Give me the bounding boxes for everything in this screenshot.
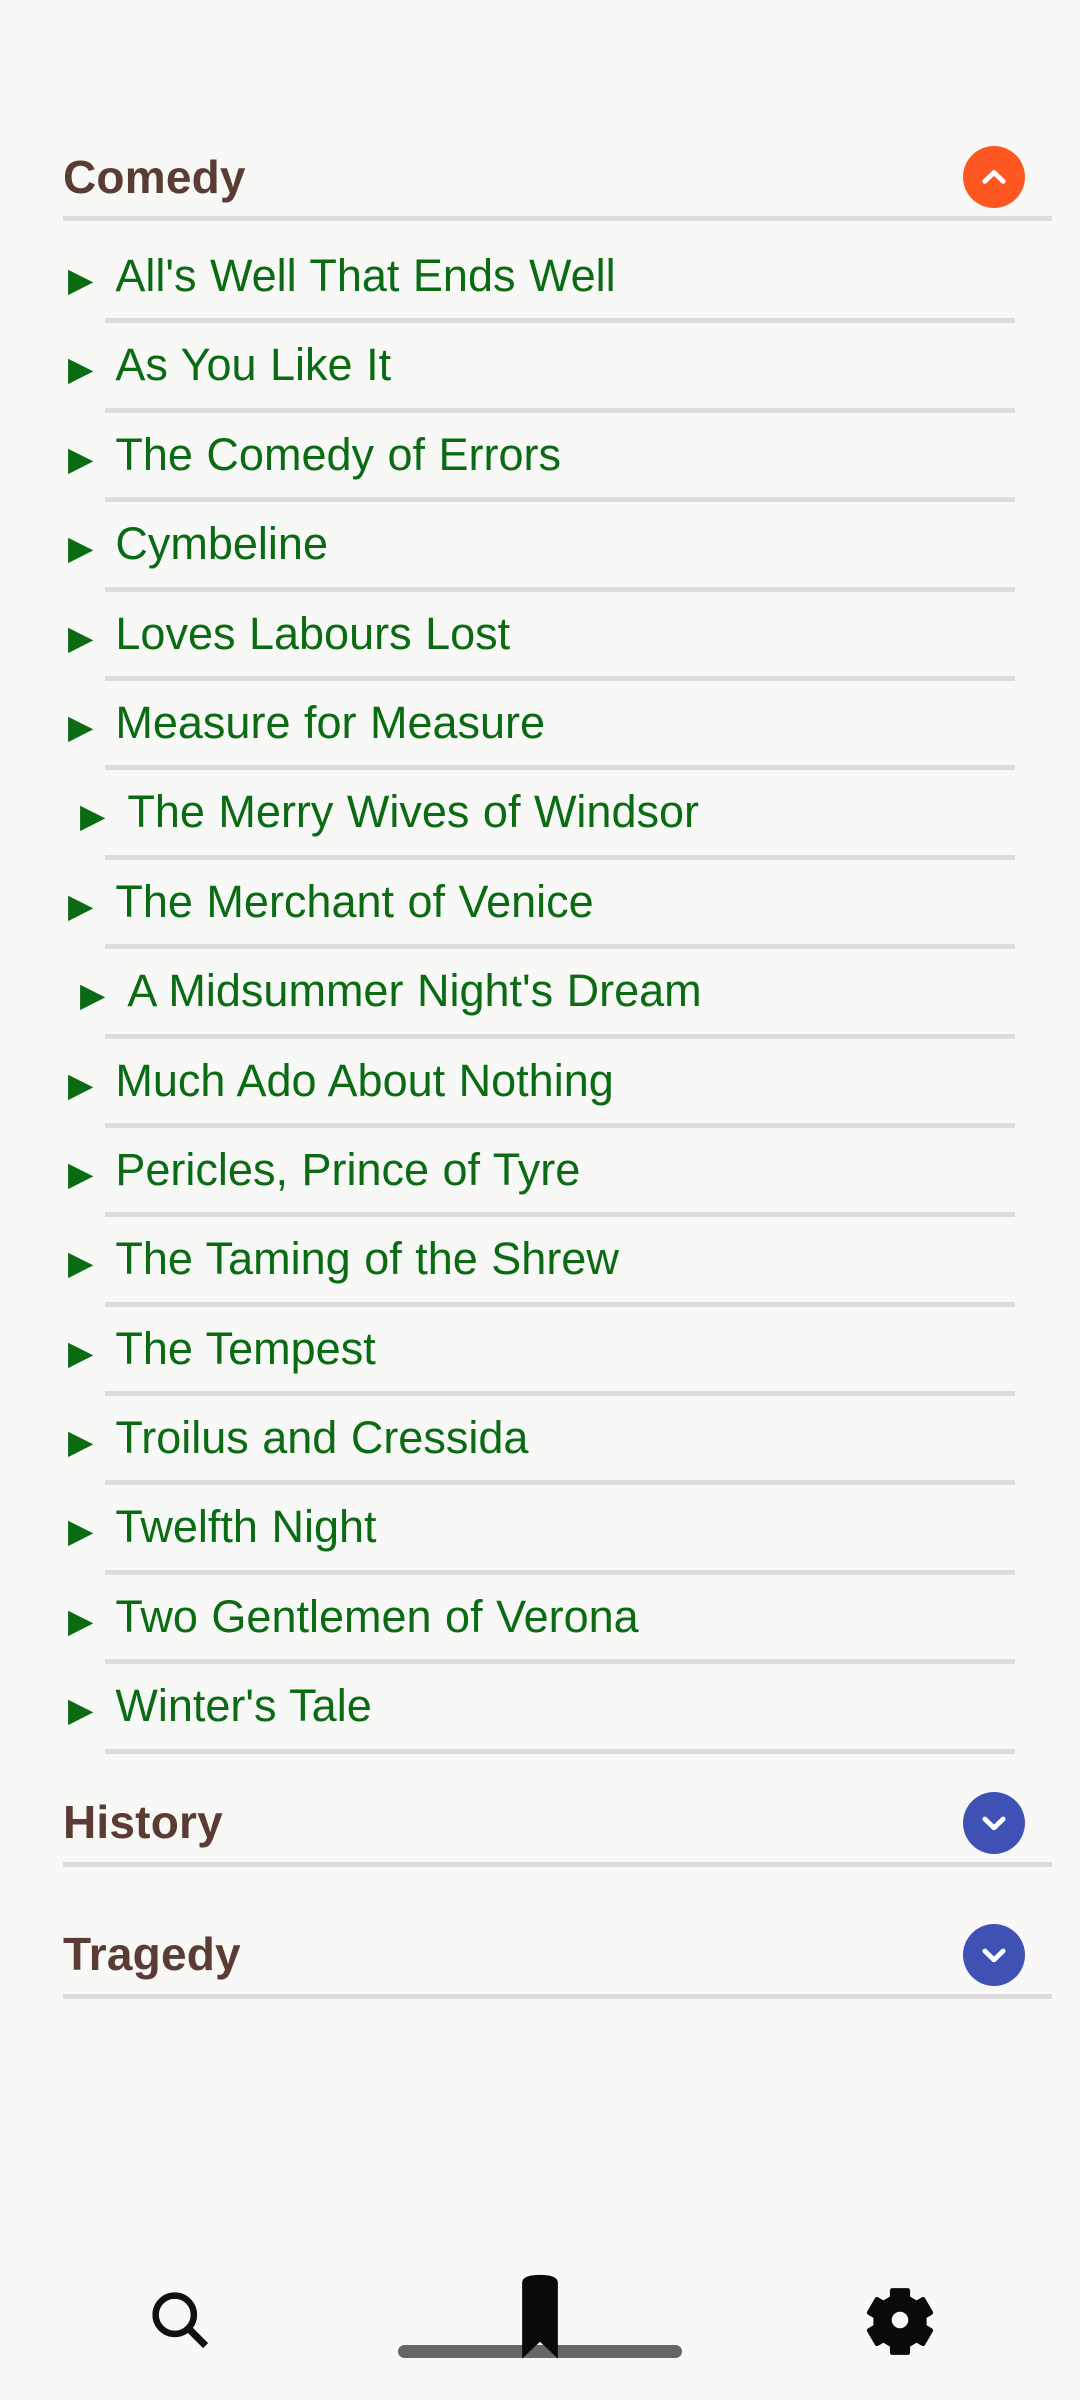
triangle-bullet-icon: ▶ xyxy=(68,1333,94,1371)
list-item[interactable]: ▶ The Merchant of Venice xyxy=(0,860,1080,950)
play-title: The Merchant of Venice xyxy=(115,875,594,927)
list-item[interactable]: ▶ The Taming of the Shrew xyxy=(0,1217,1080,1307)
section-title-comedy: Comedy xyxy=(63,150,246,203)
play-title: The Tempest xyxy=(115,1322,376,1374)
section-divider xyxy=(63,216,1052,221)
triangle-bullet-icon: ▶ xyxy=(68,1512,94,1550)
chevron-down-icon xyxy=(974,1803,1014,1843)
list-item[interactable]: ▶ Winter's Tale xyxy=(0,1664,1080,1754)
play-title: Twelfth Night xyxy=(115,1501,377,1553)
play-title: Pericles, Prince of Tyre xyxy=(115,1143,581,1195)
list-item[interactable]: ▶ The Comedy of Errors xyxy=(0,413,1080,503)
nav-settings-button[interactable] xyxy=(720,2240,1080,2400)
section-header-row: Comedy xyxy=(63,138,1080,216)
bottom-navigation-bar xyxy=(0,2240,1080,2400)
play-link[interactable]: ▶ As You Like It xyxy=(68,323,1015,407)
chevron-up-icon xyxy=(974,157,1014,197)
play-link[interactable]: ▶ Troilus and Cressida xyxy=(68,1396,1015,1480)
expand-toggle-history[interactable] xyxy=(963,1791,1025,1854)
play-link[interactable]: ▶ A Midsummer Night's Dream xyxy=(70,949,1015,1033)
collapse-toggle-comedy[interactable] xyxy=(963,146,1025,208)
section-divider xyxy=(63,1993,1052,1999)
triangle-bullet-icon: ▶ xyxy=(80,976,106,1014)
chevron-down-icon xyxy=(974,1935,1014,1975)
list-item[interactable]: ▶ All's Well That Ends Well xyxy=(0,234,1080,324)
play-link[interactable]: ▶ The Tempest xyxy=(68,1307,1015,1391)
play-link[interactable]: ▶ Pericles, Prince of Tyre xyxy=(68,1128,1015,1212)
play-title: Much Ado About Nothing xyxy=(115,1054,614,1106)
list-item[interactable]: ▶ Loves Labours Lost xyxy=(0,592,1080,681)
play-title: Two Gentlemen of Verona xyxy=(115,1590,639,1642)
play-title: Troilus and Cressida xyxy=(115,1412,529,1464)
bookmark-icon[interactable] xyxy=(508,2270,572,2364)
play-title: All's Well That Ends Well xyxy=(115,250,616,301)
section-header-tragedy[interactable]: Tragedy xyxy=(0,1916,1080,2012)
search-icon xyxy=(143,2283,217,2357)
triangle-bullet-icon: ▶ xyxy=(68,1244,94,1282)
list-item[interactable]: ▶ The Merry Wives of Windsor xyxy=(0,770,1080,860)
triangle-bullet-icon: ▶ xyxy=(68,439,94,477)
list-item[interactable]: ▶ As You Like It xyxy=(0,323,1080,413)
triangle-bullet-icon: ▶ xyxy=(68,529,94,567)
triangle-bullet-icon: ▶ xyxy=(68,350,94,388)
section-title-tragedy: Tragedy xyxy=(63,1928,241,1981)
triangle-bullet-icon: ▶ xyxy=(68,1065,94,1103)
triangle-bullet-icon: ▶ xyxy=(68,618,94,656)
play-link[interactable]: ▶ The Merchant of Venice xyxy=(68,860,1015,944)
list-item[interactable]: ▶ The Tempest xyxy=(0,1307,1080,1397)
list-item[interactable]: ▶ Cymbeline xyxy=(0,502,1080,592)
play-link[interactable]: ▶ The Merry Wives of Windsor xyxy=(70,770,1015,854)
triangle-bullet-icon: ▶ xyxy=(68,707,94,745)
section-header-history[interactable]: History xyxy=(0,1784,1080,1880)
play-title: The Comedy of Errors xyxy=(115,428,562,480)
expand-toggle-tragedy[interactable] xyxy=(963,1923,1025,1986)
triangle-bullet-icon: ▶ xyxy=(68,1691,94,1729)
play-link[interactable]: ▶ Twelfth Night xyxy=(68,1485,1015,1569)
section-title-history: History xyxy=(63,1796,223,1849)
triangle-bullet-icon: ▶ xyxy=(68,1601,94,1639)
play-title: As You Like It xyxy=(115,339,392,391)
play-title: The Merry Wives of Windsor xyxy=(127,786,699,838)
triangle-bullet-icon: ▶ xyxy=(68,1423,94,1461)
section-header-row: Tragedy xyxy=(63,1916,1080,1994)
play-browser: Comedy ▶ All's Well That Ends Well ▶ As Yo… xyxy=(0,0,1080,2240)
section-divider xyxy=(63,1861,1052,1867)
nav-search-button[interactable] xyxy=(0,2240,360,2400)
play-title: Loves Labours Lost xyxy=(115,607,511,659)
play-link[interactable]: ▶ Two Gentlemen of Verona xyxy=(68,1575,1015,1659)
row-divider xyxy=(105,1748,1015,1754)
bookmark-slider[interactable] xyxy=(360,2240,720,2400)
list-item[interactable]: ▶ Measure for Measure xyxy=(0,681,1080,771)
play-link[interactable]: ▶ Winter's Tale xyxy=(68,1664,1015,1748)
nav-bookmark-button[interactable] xyxy=(360,2240,720,2400)
play-link[interactable]: ▶ Measure for Measure xyxy=(68,681,1015,765)
play-link[interactable]: ▶ Much Ado About Nothing xyxy=(68,1039,1015,1123)
play-title: Measure for Measure xyxy=(115,696,546,748)
triangle-bullet-icon: ▶ xyxy=(68,886,94,924)
play-title: Cymbeline xyxy=(115,518,328,570)
play-link[interactable]: ▶ Cymbeline xyxy=(68,502,1015,586)
play-link[interactable]: ▶ Loves Labours Lost xyxy=(68,592,1015,676)
play-list-comedy: ▶ All's Well That Ends Well ▶ As You Like … xyxy=(0,234,1080,1754)
list-item[interactable]: ▶ Two Gentlemen of Verona xyxy=(0,1575,1080,1665)
list-item[interactable]: ▶ Pericles, Prince of Tyre xyxy=(0,1128,1080,1218)
section-header-comedy[interactable]: Comedy xyxy=(0,138,1080,234)
list-item[interactable]: ▶ Much Ado About Nothing xyxy=(0,1039,1080,1128)
app-root: Comedy ▶ All's Well That Ends Well ▶ As Yo… xyxy=(0,0,1080,2400)
triangle-bullet-icon: ▶ xyxy=(68,1154,94,1192)
gear-icon xyxy=(861,2281,939,2359)
triangle-bullet-icon: ▶ xyxy=(80,797,106,835)
list-item[interactable]: ▶ A Midsummer Night's Dream xyxy=(0,949,1080,1039)
play-title: Winter's Tale xyxy=(115,1680,372,1732)
play-link[interactable]: ▶ All's Well That Ends Well xyxy=(68,234,1015,318)
play-title: The Taming of the Shrew xyxy=(115,1233,619,1285)
play-title: A Midsummer Night's Dream xyxy=(127,965,702,1017)
list-item[interactable]: ▶ Troilus and Cressida xyxy=(0,1396,1080,1486)
triangle-bullet-icon: ▶ xyxy=(68,261,94,298)
play-link[interactable]: ▶ The Comedy of Errors xyxy=(68,413,1015,497)
play-link[interactable]: ▶ The Taming of the Shrew xyxy=(68,1217,1015,1301)
list-item[interactable]: ▶ Twelfth Night xyxy=(0,1485,1080,1575)
section-header-row: History xyxy=(63,1784,1080,1862)
